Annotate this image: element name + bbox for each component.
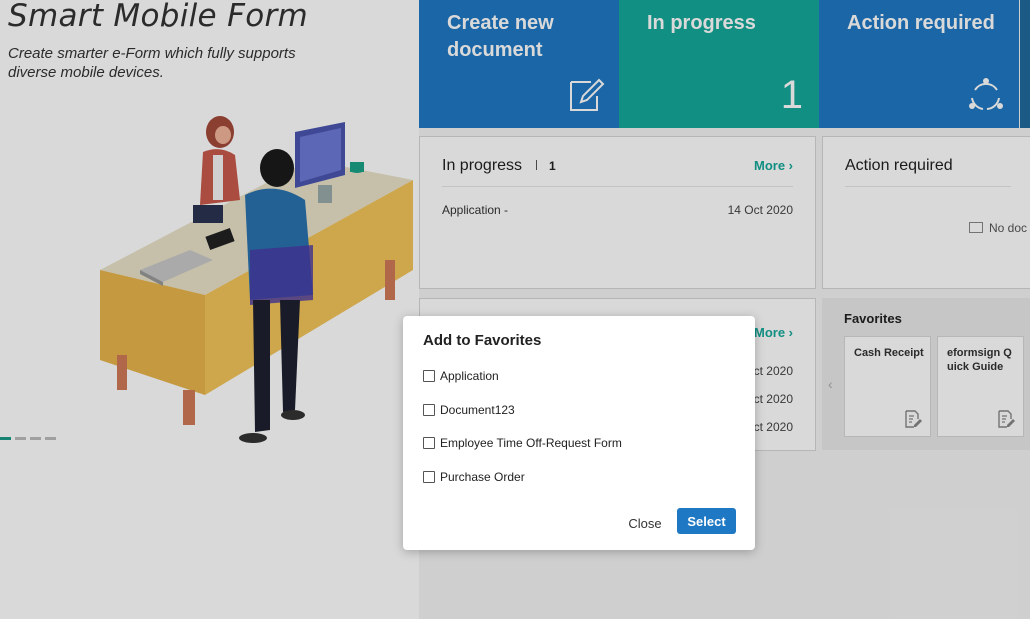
option-label: Application	[440, 369, 499, 383]
option-label: Document123	[440, 403, 515, 417]
checkbox[interactable]	[423, 404, 435, 416]
dialog-title: Add to Favorites	[423, 332, 542, 349]
favorite-option-purchase-order[interactable]: Purchase Order	[423, 470, 525, 484]
checkbox[interactable]	[423, 437, 435, 449]
checkbox[interactable]	[423, 370, 435, 382]
select-button[interactable]: Select	[677, 508, 736, 534]
favorite-option-employee-time-off[interactable]: Employee Time Off-Request Form	[423, 436, 622, 450]
checkbox[interactable]	[423, 471, 435, 483]
option-label: Purchase Order	[440, 470, 525, 484]
option-label: Employee Time Off-Request Form	[440, 436, 622, 450]
favorite-option-application[interactable]: Application	[423, 369, 499, 383]
favorite-option-document123[interactable]: Document123	[423, 403, 515, 417]
add-to-favorites-dialog: Add to Favorites Application Document123…	[403, 316, 755, 550]
close-button[interactable]: Close	[625, 510, 665, 536]
